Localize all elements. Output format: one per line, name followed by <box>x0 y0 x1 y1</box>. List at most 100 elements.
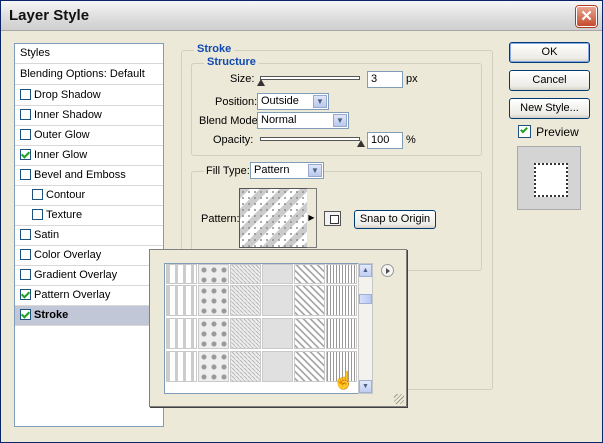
checkbox-icon[interactable] <box>20 229 31 240</box>
new-preset-icon[interactable] <box>324 211 341 226</box>
chevron-down-icon: ▼ <box>308 164 322 177</box>
pattern-swatch-cell[interactable] <box>326 285 357 316</box>
preview-checkbox[interactable]: Preview <box>518 125 579 139</box>
structure-title: Structure <box>204 56 259 68</box>
size-slider-thumb[interactable] <box>257 79 265 87</box>
opacity-slider-thumb[interactable] <box>357 140 365 148</box>
position-select[interactable]: Outside ▼ <box>257 93 329 110</box>
style-item-drop-shadow[interactable]: Drop Shadow <box>15 86 163 106</box>
pattern-swatch-cell[interactable] <box>294 264 325 284</box>
style-item-color-overlay[interactable]: Color Overlay <box>15 246 163 266</box>
pattern-swatch-cell[interactable] <box>326 318 357 349</box>
fill-type-value: Pattern <box>254 164 290 176</box>
styles-header[interactable]: Styles <box>15 44 163 64</box>
checkbox-icon[interactable] <box>20 169 31 180</box>
style-item-texture[interactable]: Texture <box>15 206 163 226</box>
style-item-gradient-overlay[interactable]: Gradient Overlay <box>15 266 163 286</box>
stroke-title: Stroke <box>194 43 235 55</box>
pattern-swatch-cell[interactable] <box>262 264 293 284</box>
preview-label: Preview <box>536 125 579 139</box>
pattern-swatch-cell[interactable] <box>230 285 261 316</box>
pattern-swatch-cell[interactable] <box>198 285 229 316</box>
style-item-inner-glow[interactable]: Inner Glow <box>15 146 163 166</box>
pattern-swatch-cell[interactable] <box>294 318 325 349</box>
pattern-swatch[interactable] <box>239 188 309 248</box>
style-item-outer-glow[interactable]: Outer Glow <box>15 126 163 146</box>
cancel-button[interactable]: Cancel <box>509 70 590 91</box>
pattern-swatch-cell[interactable] <box>198 264 229 284</box>
pattern-swatch-cell[interactable] <box>230 264 261 284</box>
style-item-bevel-and-emboss[interactable]: Bevel and Emboss <box>15 166 163 186</box>
blending-options[interactable]: Blending Options: Default <box>15 65 163 85</box>
checkbox-icon[interactable] <box>32 189 43 200</box>
pattern-swatch-cell[interactable] <box>166 351 197 382</box>
blend-mode-label: Blend Mode: <box>199 115 261 127</box>
pattern-swatch-cell[interactable] <box>262 351 293 382</box>
style-item-label: Outer Glow <box>34 129 90 141</box>
checkbox-icon[interactable] <box>20 249 31 260</box>
resize-grip-icon[interactable] <box>394 394 404 404</box>
pattern-swatch-cell[interactable] <box>166 285 197 316</box>
pattern-swatch-cell[interactable] <box>166 318 197 349</box>
checkbox-icon[interactable] <box>20 309 31 320</box>
checkbox-icon[interactable] <box>20 289 31 300</box>
layer-style-dialog: Layer Style ✕ Styles Blending Options: D… <box>0 0 603 443</box>
checkbox-icon <box>518 125 531 138</box>
fill-type-select[interactable]: Pattern ▼ <box>250 162 324 179</box>
pattern-label: Pattern: <box>201 213 240 225</box>
size-slider[interactable] <box>260 76 360 80</box>
checkbox-icon[interactable] <box>20 89 31 100</box>
style-item-label: Contour <box>46 189 86 201</box>
style-item-label: Gradient Overlay <box>34 269 118 281</box>
pattern-swatch-cell[interactable] <box>166 264 197 284</box>
checkbox-icon[interactable] <box>20 149 31 160</box>
style-item-label: Inner Shadow <box>34 109 102 121</box>
pattern-swatch-cell[interactable] <box>262 318 293 349</box>
blend-mode-select[interactable]: Normal ▼ <box>257 112 349 129</box>
style-item-label: Satin <box>34 229 60 241</box>
checkbox-icon[interactable] <box>20 129 31 140</box>
opacity-slider[interactable] <box>260 137 360 141</box>
window-title: Layer Style <box>9 7 90 24</box>
style-item-label: Bevel and Emboss <box>34 169 126 181</box>
hand-cursor-icon: ☝ <box>333 371 355 390</box>
checkbox-icon[interactable] <box>32 209 43 220</box>
pattern-grid <box>164 263 360 394</box>
style-item-satin[interactable]: Satin <box>15 226 163 246</box>
style-item-pattern-overlay[interactable]: Pattern Overlay <box>15 286 163 306</box>
pattern-swatch-cell[interactable] <box>230 351 261 382</box>
opacity-input[interactable]: 100 <box>367 132 403 149</box>
opacity-label: Opacity: <box>213 134 254 146</box>
pattern-swatch-cell[interactable] <box>326 264 357 284</box>
checkbox-icon[interactable] <box>20 269 31 280</box>
checkbox-icon[interactable] <box>20 109 31 120</box>
position-value: Outside <box>261 95 299 107</box>
pattern-swatch-cell[interactable] <box>262 285 293 316</box>
style-item-label: Drop Shadow <box>34 89 101 101</box>
chevron-down-icon: ▼ <box>333 114 347 127</box>
pattern-swatch-cell[interactable] <box>198 351 229 382</box>
new-style-button[interactable]: New Style... <box>509 98 590 119</box>
close-icon[interactable]: ✕ <box>576 6 597 27</box>
size-label: Size: <box>230 73 255 85</box>
scroll-down-icon[interactable]: ▼ <box>359 380 372 393</box>
style-item-inner-shadow[interactable]: Inner Shadow <box>15 106 163 126</box>
size-input[interactable]: 3 <box>367 71 403 88</box>
opacity-unit: % <box>406 134 416 146</box>
scroll-up-icon[interactable]: ▲ <box>359 264 372 277</box>
pattern-swatch-cell[interactable] <box>230 318 261 349</box>
pattern-scrollbar[interactable]: ▲ ▼ <box>358 263 373 394</box>
ok-button[interactable]: OK <box>509 42 590 63</box>
style-item-contour[interactable]: Contour <box>15 186 163 206</box>
pattern-picker-arrow-icon[interactable]: ▶ <box>307 188 317 248</box>
pattern-swatch-cell[interactable] <box>198 318 229 349</box>
style-item-label: Stroke <box>34 309 69 321</box>
pattern-swatch-cell[interactable] <box>294 351 325 382</box>
pattern-swatch-cell[interactable] <box>294 285 325 316</box>
snap-to-origin-button[interactable]: Snap to Origin <box>354 210 436 229</box>
style-item-stroke[interactable]: Stroke <box>15 306 163 326</box>
scroll-thumb[interactable] <box>359 294 372 304</box>
popup-menu-icon[interactable] <box>381 264 394 277</box>
size-unit: px <box>406 73 418 85</box>
style-item-label: Texture <box>46 209 83 221</box>
